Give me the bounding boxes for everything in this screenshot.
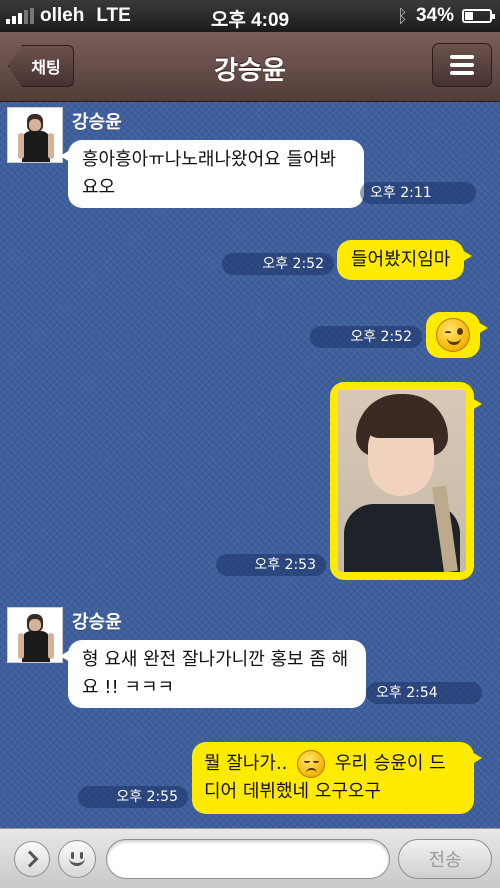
message-input[interactable]: [106, 839, 390, 879]
status-right: ᛒ 34%: [397, 5, 495, 27]
message-time: 오후 2:54: [366, 682, 482, 704]
menu-button[interactable]: [432, 43, 492, 87]
message-time: 오후 2:11: [360, 182, 476, 204]
page-title: 강승윤: [214, 56, 286, 86]
wink-face-icon: [436, 318, 470, 352]
input-bar: 전송: [0, 828, 500, 888]
expand-button[interactable]: [14, 841, 50, 877]
bluetooth-icon: ᛒ: [397, 5, 408, 26]
message-time: 오후 2:53: [216, 554, 326, 576]
hamburger-icon: [450, 55, 474, 59]
photo-bubble[interactable]: [330, 382, 482, 580]
message-bubble-outgoing[interactable]: 들어봤지임마: [337, 240, 473, 280]
nav-bar: 채팅 강승윤: [0, 32, 500, 102]
chat-area[interactable]: 강승윤 흥아흥아ㅠ나노래나왔어요 들어봐요오 오후 2:11 오후 2:52 들…: [0, 102, 500, 828]
message-bubble-incoming[interactable]: 흥아흥아ㅠ나노래나왔어요 들어봐요오: [60, 140, 364, 208]
message-bubble-incoming[interactable]: 형 요새 완전 잘나가니깐 홍보 좀 해요 !! ㅋㅋㅋ: [60, 640, 366, 708]
message-time: 오후 2:52: [222, 253, 334, 275]
message-text: 뭘 잘나가..: [204, 753, 288, 774]
send-button[interactable]: 전송: [398, 839, 492, 879]
message-time: 오후 2:55: [78, 786, 188, 808]
sender-name: 강승윤: [72, 112, 122, 133]
avatar[interactable]: [7, 107, 63, 163]
smiley-icon: [66, 848, 88, 870]
chevron-right-icon: [21, 850, 39, 868]
emoticon-button[interactable]: [58, 840, 96, 878]
emoticon-bubble[interactable]: [426, 312, 488, 358]
status-bar: olleh LTE 오후 4:09 ᛒ 34%: [0, 0, 500, 32]
battery-icon: [462, 9, 495, 23]
sender-name: 강승윤: [72, 612, 122, 633]
sad-face-icon: [297, 750, 326, 778]
photo-icon: [338, 390, 466, 572]
battery-percent: 34%: [415, 5, 454, 26]
message-time: 오후 2:52: [310, 326, 422, 348]
message-bubble-outgoing[interactable]: 뭘 잘나가.. 우리 승윤이 드디어 데뷔했네 오구오구: [192, 742, 482, 814]
avatar[interactable]: [7, 607, 63, 663]
